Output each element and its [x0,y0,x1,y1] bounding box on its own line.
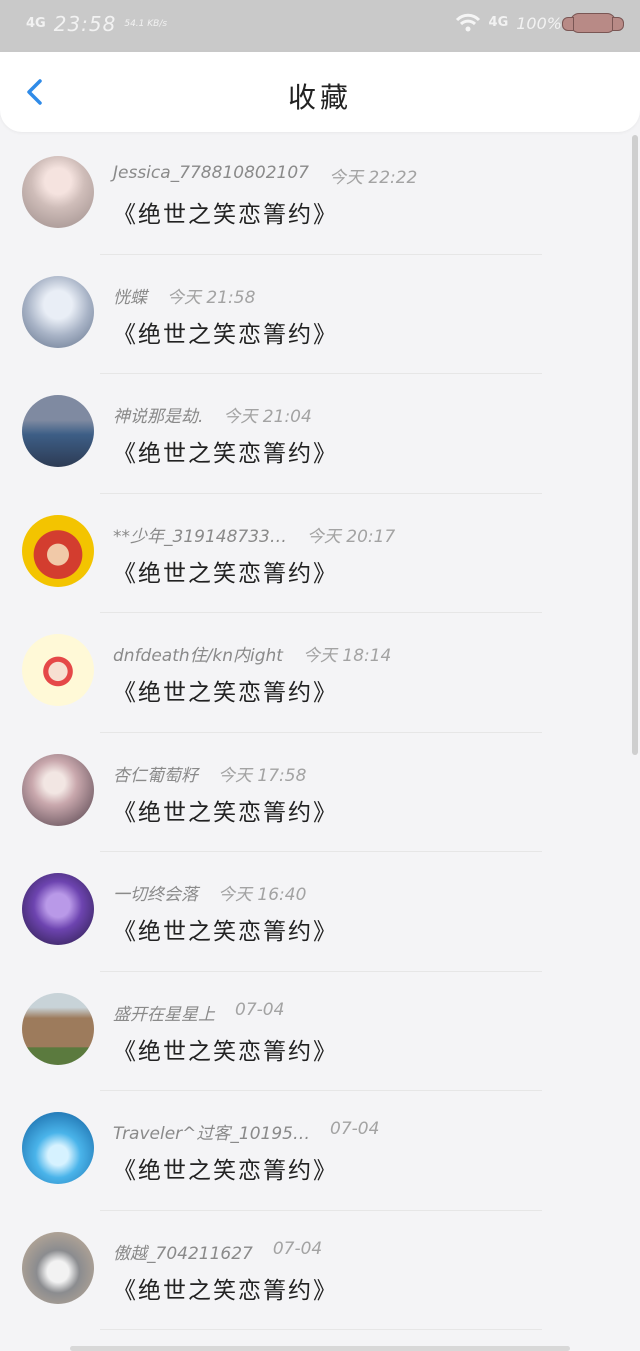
divider [100,1329,542,1330]
avatar[interactable] [22,992,94,1065]
network-indicator-right: 4G [488,15,509,30]
list-item[interactable]: Jessica_778810802107 今天 22:22 《绝世之笑恋箐约》 [0,135,632,255]
username[interactable]: 一切终会落 [113,880,198,905]
book-title[interactable]: 《绝世之笑恋箐约》 [113,673,338,707]
favorites-list: Jessica_778810802107 今天 22:22 《绝世之笑恋箐约》 恍… [0,135,632,1330]
timestamp: 今天 18:14 [302,646,392,666]
timestamp: 今天 17:58 [218,765,307,786]
page-title: 收藏 [287,81,352,114]
timestamp: 07-04 [272,1238,323,1259]
avatar[interactable] [22,275,94,348]
avatar[interactable] [22,395,94,467]
list-item[interactable]: 神说那是劫. 今天 21:04 《绝世之笑恋箐约》 [0,374,632,494]
list-item[interactable]: **少年_319148733… 今天 20:17 《绝世之笑恋箐约》 [0,494,632,613]
book-title[interactable]: 《绝世之笑恋箐约》 [113,912,338,946]
timestamp: 今天 21:04 [223,407,312,427]
timestamp: 今天 16:40 [218,885,307,905]
status-bar: 4G 23:58 54.1 KB/s 4G 100% [0,0,640,52]
network-speed: 54.1 KB/s [124,19,168,29]
username[interactable]: dnfdeath住/kn内ight [113,641,283,666]
list-item[interactable]: 杏仁葡萄籽 今天 17:58 《绝世之笑恋箐约》 [0,733,632,852]
clock: 23:58 [53,12,117,36]
avatar[interactable] [22,514,94,587]
username[interactable]: 神说那是劫. [113,402,203,427]
username[interactable]: 恍蝶 [113,283,147,308]
avatar[interactable] [22,753,94,826]
username[interactable]: 杏仁葡萄籽 [113,761,198,786]
list-item[interactable]: 傲越_704211627 07-04 《绝世之笑恋箐约》 [0,1211,632,1330]
list-item[interactable]: 盛开在星星上 07-04 《绝世之笑恋箐约》 [0,972,632,1091]
book-title[interactable]: 《绝世之笑恋箐约》 [113,1271,338,1305]
timestamp: 今天 20:17 [306,526,396,547]
username[interactable]: Traveler^过客_10195… [113,1119,310,1144]
network-indicator: 4G [26,16,46,31]
book-title[interactable]: 《绝世之笑恋箐约》 [113,434,338,468]
book-title[interactable]: 《绝世之笑恋箐约》 [113,793,338,827]
battery-icon [562,13,624,33]
timestamp: 07-04 [235,999,285,1020]
book-title[interactable]: 《绝世之笑恋箐约》 [113,1151,338,1185]
book-title[interactable]: 《绝世之笑恋箐约》 [113,1032,338,1066]
timestamp: 07-04 [330,1119,380,1139]
username[interactable]: 盛开在星星上 [113,1000,215,1025]
username[interactable]: 傲越_704211627 [113,1239,253,1264]
list-item[interactable]: dnfdeath住/kn内ight 今天 18:14 《绝世之笑恋箐约》 [0,613,632,733]
timestamp: 今天 21:58 [167,287,256,308]
avatar[interactable] [22,1231,94,1304]
timestamp: 今天 22:22 [328,168,418,188]
scrollbar[interactable] [632,135,638,755]
list-item[interactable]: Traveler^过客_10195… 07-04 《绝世之笑恋箐约》 [0,1091,632,1211]
book-title[interactable]: 《绝世之笑恋箐约》 [113,195,338,229]
avatar[interactable] [22,634,94,706]
username[interactable]: Jessica_778810802107 [113,163,309,188]
list-item[interactable]: 一切终会落 今天 16:40 《绝世之笑恋箐约》 [0,852,632,972]
avatar[interactable] [22,873,94,945]
next-item-peek [70,1346,570,1351]
avatar[interactable] [22,156,94,228]
book-title[interactable]: 《绝世之笑恋箐约》 [113,554,338,588]
avatar[interactable] [22,1112,94,1184]
wifi-icon [455,13,480,32]
book-title[interactable]: 《绝世之笑恋箐约》 [113,315,338,349]
list-item[interactable]: 恍蝶 今天 21:58 《绝世之笑恋箐约》 [0,255,632,374]
header: 收藏 [0,52,640,132]
username[interactable]: **少年_319148733… [113,522,287,547]
battery-percentage: 100% [516,13,562,33]
